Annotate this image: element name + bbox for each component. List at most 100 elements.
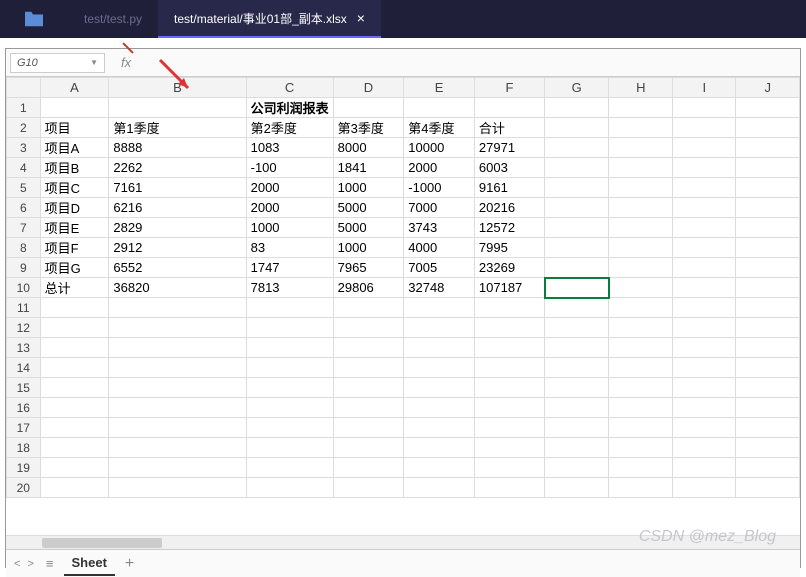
cell-E3[interactable]: 10000 [404, 138, 475, 158]
cell-I12[interactable] [673, 318, 736, 338]
cell-H14[interactable] [609, 358, 673, 378]
cell-G17[interactable] [545, 418, 609, 438]
cell-H5[interactable] [609, 178, 673, 198]
cell-H8[interactable] [609, 238, 673, 258]
cell-I16[interactable] [673, 398, 736, 418]
cell-F6[interactable]: 20216 [474, 198, 544, 218]
cell-C19[interactable] [246, 458, 333, 478]
cell-D2[interactable]: 第3季度 [333, 118, 404, 138]
cell-E12[interactable] [404, 318, 475, 338]
cell-I14[interactable] [673, 358, 736, 378]
row-header-4[interactable]: 4 [7, 158, 41, 178]
row-header-8[interactable]: 8 [7, 238, 41, 258]
cell-I10[interactable] [673, 278, 736, 298]
cell-A6[interactable]: 项目D [40, 198, 109, 218]
cell-A16[interactable] [40, 398, 109, 418]
cell-A10[interactable]: 总计 [40, 278, 109, 298]
cell-J19[interactable] [736, 458, 800, 478]
row-header-15[interactable]: 15 [7, 378, 41, 398]
cell-C2[interactable]: 第2季度 [246, 118, 333, 138]
cell-B3[interactable]: 8888 [109, 138, 246, 158]
cell-B2[interactable]: 第1季度 [109, 118, 246, 138]
cell-G7[interactable] [545, 218, 609, 238]
cell-D9[interactable]: 7965 [333, 258, 404, 278]
cell-A3[interactable]: 项目A [40, 138, 109, 158]
cell-D19[interactable] [333, 458, 404, 478]
cell-C10[interactable]: 7813 [246, 278, 333, 298]
cell-D6[interactable]: 5000 [333, 198, 404, 218]
tab-test-py[interactable]: test/test.py [68, 0, 158, 38]
row-header-6[interactable]: 6 [7, 198, 41, 218]
row-header-5[interactable]: 5 [7, 178, 41, 198]
cell-B16[interactable] [109, 398, 246, 418]
cell-F13[interactable] [474, 338, 544, 358]
cell-B18[interactable] [109, 438, 246, 458]
cell-I6[interactable] [673, 198, 736, 218]
cell-H19[interactable] [609, 458, 673, 478]
cell-F17[interactable] [474, 418, 544, 438]
cell-F2[interactable]: 合计 [474, 118, 544, 138]
close-icon[interactable]: × [357, 10, 365, 26]
cell-G19[interactable] [545, 458, 609, 478]
cell-G18[interactable] [545, 438, 609, 458]
cell-C17[interactable] [246, 418, 333, 438]
row-header-19[interactable]: 19 [7, 458, 41, 478]
cell-B7[interactable]: 2829 [109, 218, 246, 238]
cell-C13[interactable] [246, 338, 333, 358]
cell-J4[interactable] [736, 158, 800, 178]
cell-B8[interactable]: 2912 [109, 238, 246, 258]
cell-D20[interactable] [333, 478, 404, 498]
cell-I2[interactable] [673, 118, 736, 138]
cell-G14[interactable] [545, 358, 609, 378]
cell-B19[interactable] [109, 458, 246, 478]
cell-J16[interactable] [736, 398, 800, 418]
cell-A5[interactable]: 项目C [40, 178, 109, 198]
cell-F15[interactable] [474, 378, 544, 398]
cell-B12[interactable] [109, 318, 246, 338]
cell-F3[interactable]: 27971 [474, 138, 544, 158]
cell-D5[interactable]: 1000 [333, 178, 404, 198]
cell-A2[interactable]: 项目 [40, 118, 109, 138]
cell-F16[interactable] [474, 398, 544, 418]
cell-A15[interactable] [40, 378, 109, 398]
cell-E16[interactable] [404, 398, 475, 418]
cell-D1[interactable] [333, 98, 404, 118]
cell-E18[interactable] [404, 438, 475, 458]
cell-E15[interactable] [404, 378, 475, 398]
cell-G8[interactable] [545, 238, 609, 258]
cell-H6[interactable] [609, 198, 673, 218]
cell-D16[interactable] [333, 398, 404, 418]
cell-J13[interactable] [736, 338, 800, 358]
cell-F1[interactable] [474, 98, 544, 118]
cell-C20[interactable] [246, 478, 333, 498]
cell-J5[interactable] [736, 178, 800, 198]
cell-C9[interactable]: 1747 [246, 258, 333, 278]
cell-B5[interactable]: 7161 [109, 178, 246, 198]
cell-E17[interactable] [404, 418, 475, 438]
cell-H9[interactable] [609, 258, 673, 278]
cell-A9[interactable]: 项目G [40, 258, 109, 278]
cell-E1[interactable] [404, 98, 475, 118]
cell-G10[interactable] [545, 278, 609, 298]
cell-J9[interactable] [736, 258, 800, 278]
cell-J1[interactable] [736, 98, 800, 118]
cell-D10[interactable]: 29806 [333, 278, 404, 298]
cell-E9[interactable]: 7005 [404, 258, 475, 278]
cell-A8[interactable]: 项目F [40, 238, 109, 258]
cell-J12[interactable] [736, 318, 800, 338]
cell-D7[interactable]: 5000 [333, 218, 404, 238]
cell-B13[interactable] [109, 338, 246, 358]
cell-D13[interactable] [333, 338, 404, 358]
cell-A18[interactable] [40, 438, 109, 458]
tab-xlsx[interactable]: test/material/事业01部_副本.xlsx × [158, 0, 381, 38]
cell-E10[interactable]: 32748 [404, 278, 475, 298]
cell-B14[interactable] [109, 358, 246, 378]
cell-C15[interactable] [246, 378, 333, 398]
cell-G5[interactable] [545, 178, 609, 198]
cell-H10[interactable] [609, 278, 673, 298]
row-header-10[interactable]: 10 [7, 278, 41, 298]
cell-H11[interactable] [609, 298, 673, 318]
row-header-13[interactable]: 13 [7, 338, 41, 358]
cell-H7[interactable] [609, 218, 673, 238]
cell-F20[interactable] [474, 478, 544, 498]
